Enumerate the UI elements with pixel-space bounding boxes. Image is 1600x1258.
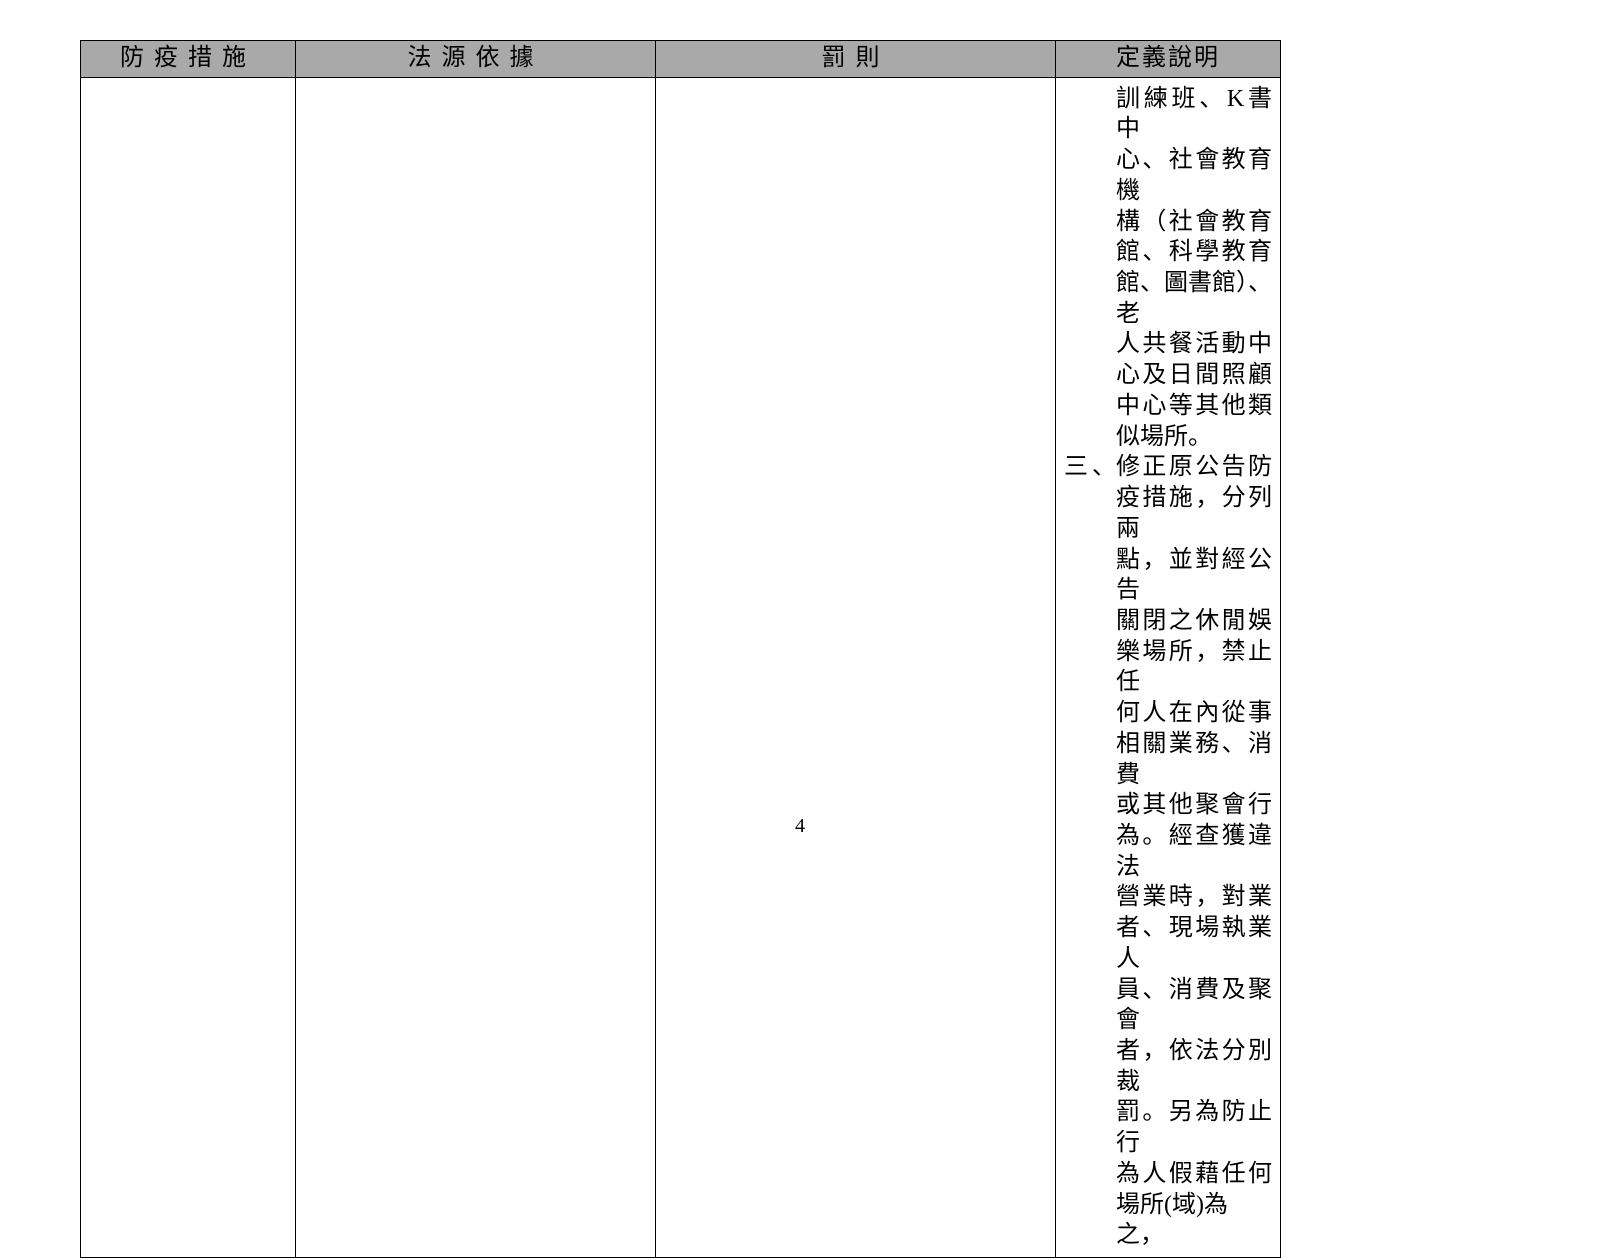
def-text: 館、圖書館）、老 <box>1116 268 1272 329</box>
header-prevention-measures: 防疫措施 <box>81 41 296 78</box>
def-text: 為人假藉任何 <box>1116 1159 1272 1190</box>
header-legal-basis: 法源依據 <box>296 41 656 78</box>
def-text: 心、社會教育機 <box>1116 145 1272 206</box>
def-text: 疫措施，分列兩 <box>1116 483 1272 544</box>
table-row: 訓練班、K書中 心、社會教育機 構（社會教育 館、科學教育 <box>81 77 1281 1257</box>
table-header-row: 防疫措施 法源依據 罰則 定義說明 <box>81 41 1281 78</box>
def-text: 訓練班、K書中 <box>1116 84 1272 145</box>
def-text: 員、消費及聚會 <box>1116 975 1272 1036</box>
def-text: 似場所。 <box>1116 422 1272 453</box>
def-text: 館、科學教育 <box>1116 237 1272 268</box>
def-text: 關閉之休閒娛 <box>1116 606 1272 637</box>
definition-content: 訓練班、K書中 心、社會教育機 構（社會教育 館、科學教育 <box>1064 84 1272 1251</box>
def-text: 者、現場執業人 <box>1116 913 1272 974</box>
def-text: 人共餐活動中 <box>1116 329 1272 360</box>
def-text: 何人在內從事 <box>1116 698 1272 729</box>
def-text: 構（社會教育 <box>1116 207 1272 238</box>
cell-penalty <box>656 77 1056 1257</box>
def-text: 罰。另為防止行 <box>1116 1097 1272 1158</box>
cell-legal-basis <box>296 77 656 1257</box>
cell-prevention-measures <box>81 77 296 1257</box>
def-text: 中心等其他類 <box>1116 391 1272 422</box>
item-number: 三、 <box>1064 452 1116 483</box>
def-text: 場所(域)為之， <box>1116 1190 1272 1251</box>
def-text: 點，並對經公告 <box>1116 545 1272 606</box>
def-text: 營業時，對業 <box>1116 882 1272 913</box>
header-definition: 定義說明 <box>1056 41 1281 78</box>
def-text: 相關業務、消費 <box>1116 729 1272 790</box>
def-text: 者，依法分別裁 <box>1116 1036 1272 1097</box>
page-number: 4 <box>0 815 1600 838</box>
cell-definition: 訓練班、K書中 心、社會教育機 構（社會教育 館、科學教育 <box>1056 77 1281 1257</box>
regulation-table: 防疫措施 法源依據 罰則 定義說明 訓練班、K書中 心、社會教育機 <box>80 40 1281 1258</box>
def-text: 樂場所，禁止任 <box>1116 637 1272 698</box>
def-text: 心及日間照顧 <box>1116 360 1272 391</box>
header-penalty: 罰則 <box>656 41 1056 78</box>
def-text: 修正原公告防 <box>1116 452 1272 483</box>
